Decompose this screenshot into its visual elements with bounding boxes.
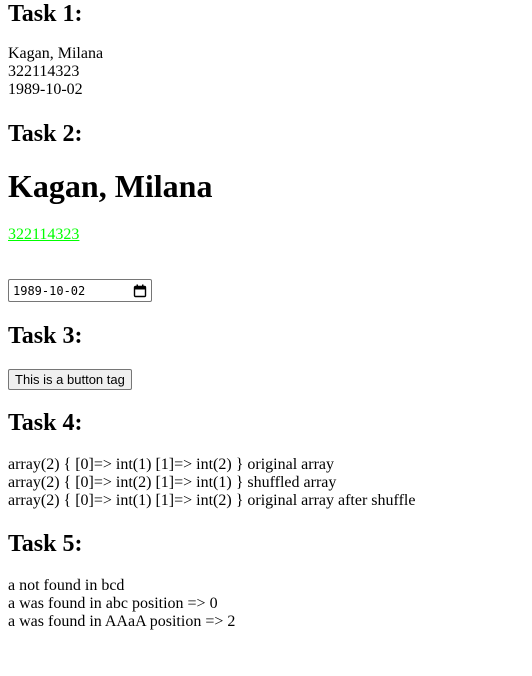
task5-line: a was found in abc position => 0 bbox=[8, 595, 218, 612]
task5-line: a not found in bcd bbox=[8, 577, 125, 594]
task4-line: array(2) { [0]=> int(1) [1]=> int(2) } o… bbox=[8, 456, 334, 473]
task4-line: array(2) { [0]=> int(1) [1]=> int(2) } o… bbox=[8, 492, 416, 509]
task4-line: array(2) { [0]=> int(2) [1]=> int(1) } s… bbox=[8, 474, 337, 491]
task5-block: a not found in bcd a was found in abc po… bbox=[8, 577, 235, 631]
task1-id: 322114323 bbox=[8, 63, 80, 80]
task2-heading: Task 2: bbox=[8, 121, 83, 147]
task3-button[interactable]: This is a button tag bbox=[8, 369, 132, 390]
task4-heading: Task 4: bbox=[8, 410, 83, 436]
task1-block: Kagan, Milana 322114323 1989-10-02 bbox=[8, 45, 103, 99]
task5-line: a was found in AAaA position => 2 bbox=[8, 613, 236, 630]
task2-id-link[interactable]: 322114323 bbox=[8, 226, 79, 244]
task2-date-input[interactable]: 1989-10-02 bbox=[8, 279, 152, 302]
task4-block: array(2) { [0]=> int(1) [1]=> int(2) } o… bbox=[8, 456, 415, 510]
task3-heading: Task 3: bbox=[8, 323, 83, 349]
task1-heading: Task 1: bbox=[8, 1, 83, 27]
calendar-icon[interactable] bbox=[133, 284, 147, 298]
task1-date: 1989-10-02 bbox=[8, 81, 83, 98]
task2-date-value: 1989-10-02 bbox=[13, 283, 86, 298]
task1-name: Kagan, Milana bbox=[8, 45, 104, 62]
task5-heading: Task 5: bbox=[8, 531, 83, 557]
task2-name-heading: Kagan, Milana bbox=[8, 168, 213, 204]
